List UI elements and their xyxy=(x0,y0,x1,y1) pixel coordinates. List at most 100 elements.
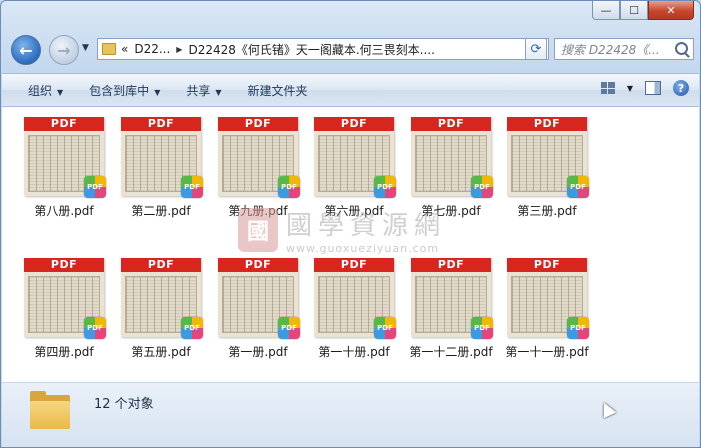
pdf-thumbnail: PDF PDF xyxy=(218,117,300,198)
scroll-gutter xyxy=(691,107,699,382)
pdf-app-icon: PDF xyxy=(278,317,300,339)
pdf-label-band: PDF xyxy=(411,258,491,272)
file-name: 第一十一册.pdf xyxy=(505,345,589,359)
help-icon[interactable]: ? xyxy=(673,80,689,96)
pdf-thumbnail: PDF PDF xyxy=(411,117,493,198)
preview-pane-icon[interactable] xyxy=(645,81,661,95)
watermark-text: 國學資源網 www.guoxueziyuan.com xyxy=(286,205,446,255)
search-icon[interactable] xyxy=(675,42,688,55)
include-in-library-label: 包含到库中 xyxy=(89,83,150,98)
file-name: 第四册.pdf xyxy=(34,345,94,359)
navigation-bar: ← → ▼ « D22... ▶ D22428《何氏锗》天一阁藏本.何三畏刻本.… xyxy=(9,35,694,65)
pdf-thumbnail: PDF PDF xyxy=(121,258,203,339)
file-item[interactable]: PDF PDF 第五册.pdf xyxy=(113,258,209,360)
pdf-app-icon: PDF xyxy=(181,176,203,198)
maximize-button[interactable]: ☐ xyxy=(620,1,648,20)
folder-icon xyxy=(102,43,116,55)
file-item[interactable]: PDFPDF第九册.pdf xyxy=(210,117,306,219)
pdf-label-band: PDF xyxy=(507,117,587,131)
pdf-label-band: PDF xyxy=(507,258,587,272)
pdf-thumbnail: PDF PDF xyxy=(507,258,589,339)
change-view-icon[interactable] xyxy=(600,82,615,94)
forward-button[interactable]: → xyxy=(49,35,79,65)
file-name: 第二册.pdf xyxy=(131,204,191,218)
breadcrumb-overflow[interactable]: « xyxy=(121,42,128,56)
pdf-thumbnail: PDF PDF xyxy=(218,258,300,339)
watermark-url: www.guoxueziyuan.com xyxy=(286,242,440,255)
address-bar[interactable]: « D22... ▶ D22428《何氏锗》天一阁藏本.何三畏刻本.... ▼ xyxy=(97,38,549,60)
pdf-app-icon: PDF xyxy=(374,317,396,339)
file-item[interactable]: PDF PDF 第二册.pdf xyxy=(113,117,209,219)
pdf-thumbnail: PDF PDF xyxy=(121,117,203,198)
pdf-app-icon: PDF xyxy=(567,176,589,198)
pdf-app-icon: PDF xyxy=(374,176,396,198)
close-button[interactable]: ✕ xyxy=(648,1,694,20)
file-name: 第一十册.pdf xyxy=(318,345,390,359)
pdf-thumbnail: PDF PDF xyxy=(24,117,106,198)
breadcrumb-item-parent[interactable]: D22... xyxy=(134,42,170,56)
recent-pages-dropdown-icon[interactable]: ▼ xyxy=(82,43,89,53)
minimize-button[interactable]: — xyxy=(592,1,620,20)
back-button[interactable]: ← xyxy=(11,35,41,65)
breadcrumb-item-current[interactable]: D22428《何氏锗》天一阁藏本.何三畏刻本.... xyxy=(188,41,435,58)
chevron-right-icon[interactable]: ▶ xyxy=(176,45,182,54)
new-folder-button[interactable]: 新建文件夹 xyxy=(248,82,308,99)
file-list-pane[interactable]: PDFPDF第八册.pdfPDFPDF第二册.pdfPDFPDF第九册.pdfP… xyxy=(2,107,699,383)
search-input[interactable]: 搜索 D22428《... xyxy=(554,38,694,60)
pdf-app-icon: PDF xyxy=(84,317,106,339)
search-placeholder: 搜索 D22428《... xyxy=(561,42,660,57)
pdf-app-icon: PDF xyxy=(181,317,203,339)
chevron-down-icon: ▼ xyxy=(215,87,222,97)
share-menu[interactable]: 共享 ▼ xyxy=(186,82,221,99)
file-name: 第三册.pdf xyxy=(517,204,577,218)
view-options-dropdown-icon[interactable]: ▼ xyxy=(627,84,633,93)
pdf-label-band: PDF xyxy=(411,117,491,131)
file-name: 第一十二册.pdf xyxy=(409,345,493,359)
file-item[interactable]: PDF PDF 第六册.pdf xyxy=(306,117,402,219)
explorer-window: — ☐ ✕ ← → ▼ « D22... ▶ D22428《何氏锗》天一阁藏本.… xyxy=(0,0,701,448)
pdf-label-band: PDF xyxy=(24,117,104,131)
pdf-label-band: PDF xyxy=(218,117,298,131)
file-item[interactable]: PDF PDF 第一十二册.pdf xyxy=(403,258,499,360)
file-item[interactable]: PDF PDF 第八册.pdf xyxy=(16,117,112,219)
new-folder-label: 新建文件夹 xyxy=(247,83,308,98)
include-in-library-menu[interactable]: 包含到库中 ▼ xyxy=(89,82,160,99)
file-item[interactable]: PDF PDF 第七册.pdf xyxy=(403,117,499,219)
view-controls: ▼ ? xyxy=(600,80,689,96)
watermark: 國 國學資源網 www.guoxueziyuan.com xyxy=(238,205,446,255)
file-item[interactable]: PDF PDF 第三册.pdf xyxy=(499,117,595,219)
caption-buttons: — ☐ ✕ xyxy=(592,1,694,20)
pdf-app-icon: PDF xyxy=(471,176,493,198)
file-name: 第八册.pdf xyxy=(34,204,94,218)
file-item[interactable]: PDF PDF 第一册.pdf xyxy=(210,258,306,360)
file-item[interactable]: PDF PDF 第一十册.pdf xyxy=(306,258,402,360)
pdf-app-icon: PDF xyxy=(567,317,589,339)
watermark-title: 國學資源網 xyxy=(286,211,447,241)
pdf-label-band: PDF xyxy=(314,258,394,272)
pdf-label-band: PDF xyxy=(121,258,201,272)
pdf-label-band: PDF xyxy=(121,117,201,131)
share-label: 共享 xyxy=(186,83,211,98)
pdf-thumbnail: PDF PDF xyxy=(314,258,396,339)
command-bar: 组织 ▼ 包含到库中 ▼ 共享 ▼ 新建文件夹 ▼ ? xyxy=(2,73,699,107)
details-pane: 12 个对象 xyxy=(2,383,699,447)
file-name: 第五册.pdf xyxy=(131,345,191,359)
organize-label: 组织 xyxy=(28,83,53,98)
chevron-down-icon: ▼ xyxy=(154,87,161,97)
pdf-app-icon: PDF xyxy=(84,176,106,198)
file-item[interactable]: PDF PDF 第四册.pdf xyxy=(16,258,112,360)
pdf-app-icon: PDF xyxy=(278,176,300,198)
organize-menu[interactable]: 组织 ▼ xyxy=(28,82,63,99)
file-item[interactable]: PDF PDF 第一十一册.pdf xyxy=(499,258,595,360)
pdf-label-band: PDF xyxy=(24,258,104,272)
refresh-button[interactable]: ⟳ xyxy=(525,38,547,60)
item-count: 12 个对象 xyxy=(94,397,154,412)
pdf-app-icon: PDF xyxy=(471,317,493,339)
pdf-thumbnail: PDF PDF xyxy=(24,258,106,339)
watermark-seal-icon: 國 xyxy=(238,208,278,252)
pdf-label-band: PDF xyxy=(218,258,298,272)
chevron-down-icon: ▼ xyxy=(57,87,64,97)
file-name: 第一册.pdf xyxy=(228,345,288,359)
pdf-thumbnail: PDF PDF xyxy=(314,117,396,198)
pdf-label-band: PDF xyxy=(314,117,394,131)
